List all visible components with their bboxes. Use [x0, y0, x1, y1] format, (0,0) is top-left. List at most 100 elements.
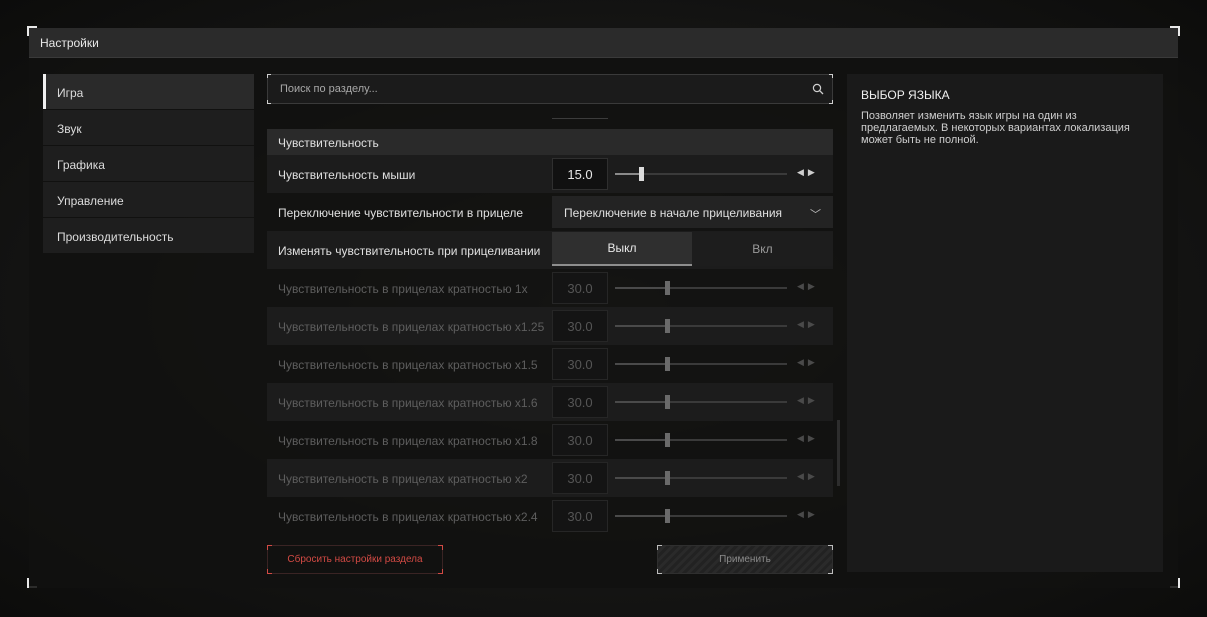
setting-label: Чувствительность в прицелах кратностью x… [278, 358, 538, 372]
info-panel: ВЫБОР ЯЗЫКА Позволяет изменить язык игры… [847, 74, 1163, 572]
list-top-divider [552, 118, 608, 119]
scope-sensitivity-row: Чувствительность в прицелах кратностью x… [267, 421, 833, 459]
search-corner [267, 74, 271, 78]
slider-fill [615, 477, 667, 479]
slider-fill [615, 515, 667, 517]
button-corner [267, 545, 272, 550]
slider-fill [615, 401, 667, 403]
stepper-arrows-icon: ◀▶ [797, 509, 819, 519]
apply-button[interactable]: Применить [657, 545, 833, 574]
scope-sensitivity-row: Чувствительность в прицелах кратностью x… [267, 497, 833, 533]
chevron-down-icon: ﹀ [810, 209, 821, 221]
scope-sensitivity-slider [615, 281, 787, 295]
setting-label: Чувствительность в прицелах кратностью x… [278, 320, 545, 334]
mouse-sensitivity-slider[interactable] [615, 167, 787, 181]
settings-list: Чувствительность Чувствительность мыши 1… [267, 129, 833, 533]
setting-label: Чувствительность мыши [278, 168, 416, 182]
search-box [267, 74, 833, 104]
scope-sensitivity-slider [615, 509, 787, 523]
button-corner [438, 569, 443, 574]
scope-sensitivity-value: 30.0 [552, 310, 608, 342]
scope-sensitivity-value: 30.0 [552, 272, 608, 304]
sidebar-item-controls[interactable]: Управление [43, 182, 254, 217]
setting-label: Чувствительность в прицелах кратностью 1… [278, 282, 528, 296]
button-corner [828, 545, 833, 550]
scope-sensitivity-value: 30.0 [552, 462, 608, 494]
aim-sensitivity-toggle-row: Изменять чувствительность при прицеливан… [267, 231, 833, 269]
scope-sensitivity-slider [615, 319, 787, 333]
stepper-arrows-icon[interactable]: ◀▶ [797, 167, 819, 178]
button-corner [438, 545, 443, 550]
sidebar-item-sound[interactable]: Звук [43, 110, 254, 145]
info-title: ВЫБОР ЯЗЫКА [861, 88, 950, 102]
sidebar-item-label: Игра [57, 86, 84, 100]
search-input[interactable] [280, 75, 780, 103]
setting-label: Изменять чувствительность при прицеливан… [278, 244, 541, 258]
setting-label: Чувствительность в прицелах кратностью x… [278, 396, 538, 410]
stepper-arrows-icon: ◀▶ [797, 395, 819, 405]
slider-fill [615, 439, 667, 441]
slider-handle [665, 395, 670, 409]
button-corner [657, 545, 662, 550]
stepper-arrows-icon: ◀▶ [797, 471, 819, 481]
stepper-arrows-icon: ◀▶ [797, 281, 819, 291]
slider-fill [615, 287, 667, 289]
setting-label: Чувствительность в прицелах кратностью x… [278, 434, 538, 448]
slider-handle [665, 357, 670, 371]
scope-sensitivity-row: Чувствительность в прицелах кратностью 1… [267, 269, 833, 307]
button-corner [828, 569, 833, 574]
stepper-arrows-icon: ◀▶ [797, 357, 819, 367]
scope-sensitivity-value: 30.0 [552, 348, 608, 380]
section-header: Чувствительность [267, 129, 833, 155]
sidebar-item-game[interactable]: Игра [43, 74, 254, 109]
sidebar-item-label: Производительность [57, 230, 174, 244]
scope-sensitivity-row: Чувствительность в прицелах кратностью x… [267, 307, 833, 345]
list-scrollbar[interactable] [837, 420, 840, 486]
stepper-arrows-icon: ◀▶ [797, 433, 819, 443]
sidebar-item-graphics[interactable]: Графика [43, 146, 254, 181]
mouse-sensitivity-value[interactable]: 15.0 [552, 158, 608, 190]
sidebar-item-performance[interactable]: Производительность [43, 218, 254, 253]
slider-handle [665, 471, 670, 485]
scope-sensitivity-slider [615, 433, 787, 447]
slider-fill [615, 325, 667, 327]
setting-label: Чувствительность в прицелах кратностью x… [278, 510, 538, 524]
scope-sensitivity-slider [615, 471, 787, 485]
slider-handle [665, 509, 670, 523]
slider-handle [665, 433, 670, 447]
search-corner [267, 100, 271, 104]
sidebar: Игра Звук Графика Управление Производите… [43, 74, 254, 254]
scope-sensitivity-row: Чувствительность в прицелах кратностью x… [267, 459, 833, 497]
scope-sensitivity-value: 30.0 [552, 500, 608, 532]
scope-sensitivity-value: 30.0 [552, 386, 608, 418]
search-icon[interactable] [812, 83, 824, 95]
title-bar: Настройки [29, 28, 1178, 58]
info-description: Позволяет изменить язык игры на один из … [861, 110, 1130, 146]
search-corner [829, 100, 833, 104]
search-corner [829, 74, 833, 78]
sidebar-item-label: Графика [57, 158, 105, 172]
dropdown-value: Переключение в начале прицеливания [564, 206, 783, 220]
window-title: Настройки [40, 36, 99, 50]
slider-handle[interactable] [639, 167, 644, 181]
scope-sensitivity-row: Чувствительность в прицелах кратностью x… [267, 383, 833, 421]
mouse-sensitivity-row: Чувствительность мыши 15.0 ◀▶ [267, 155, 833, 193]
settings-window: Настройки Игра Звук Графика Управление П… [29, 28, 1178, 588]
sidebar-item-label: Управление [57, 194, 124, 208]
reset-section-button[interactable]: Сбросить настройки раздела [267, 545, 443, 574]
stepper-arrows-icon: ◀▶ [797, 319, 819, 329]
aim-sensitivity-switch-dropdown[interactable]: Переключение в начале прицеливания ﹀ [552, 196, 833, 228]
sidebar-item-label: Звук [57, 122, 82, 136]
toggle-off-button[interactable]: Выкл [552, 232, 692, 266]
setting-label: Переключение чувствительности в прицеле [278, 206, 524, 220]
toggle-on-button[interactable]: Вкл [692, 232, 833, 266]
scope-sensitivity-value: 30.0 [552, 424, 608, 456]
slider-handle [665, 281, 670, 295]
slider-fill [615, 363, 667, 365]
scope-sensitivity-row: Чувствительность в прицелах кратностью x… [267, 345, 833, 383]
scope-sensitivity-slider [615, 357, 787, 371]
aim-sensitivity-switch-row: Переключение чувствительности в прицеле … [267, 193, 833, 231]
slider-fill [615, 173, 641, 175]
slider-handle [665, 319, 670, 333]
setting-label: Чувствительность в прицелах кратностью x… [278, 472, 528, 486]
